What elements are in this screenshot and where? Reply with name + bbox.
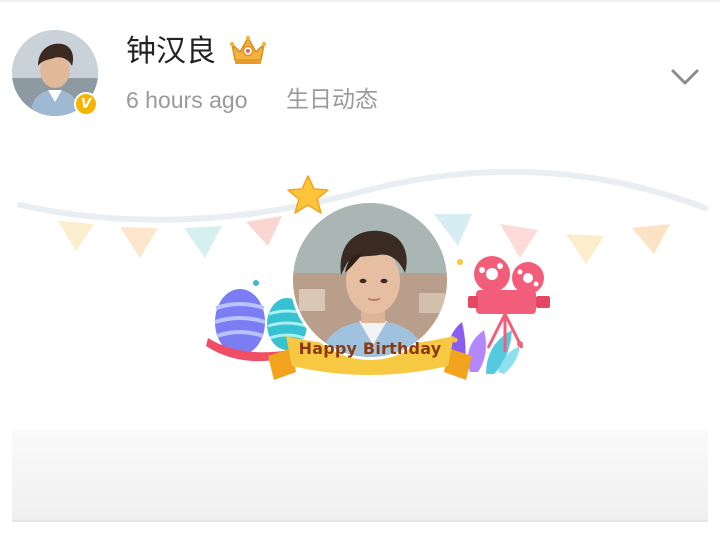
chevron-down-icon[interactable]: [668, 64, 702, 90]
crown-icon: [229, 35, 267, 64]
verified-badge-icon: V: [74, 92, 98, 116]
happy-birthday-text: Happy Birthday: [298, 339, 442, 358]
post-source[interactable]: 生日动态: [286, 84, 378, 116]
portrait-image: [293, 203, 447, 357]
author-avatar[interactable]: V: [12, 30, 98, 116]
author-name[interactable]: 钟汉良: [126, 30, 216, 74]
card-footer-area: [12, 430, 708, 522]
birthday-portrait: [290, 200, 450, 360]
film-camera-icon: [457, 256, 550, 352]
top-divider: [0, 0, 720, 2]
post-timestamp: 6 hours ago: [126, 87, 248, 113]
weibo-post: V 钟汉良 6 hours ago 生日动态 Happy Birthday: [0, 0, 720, 541]
